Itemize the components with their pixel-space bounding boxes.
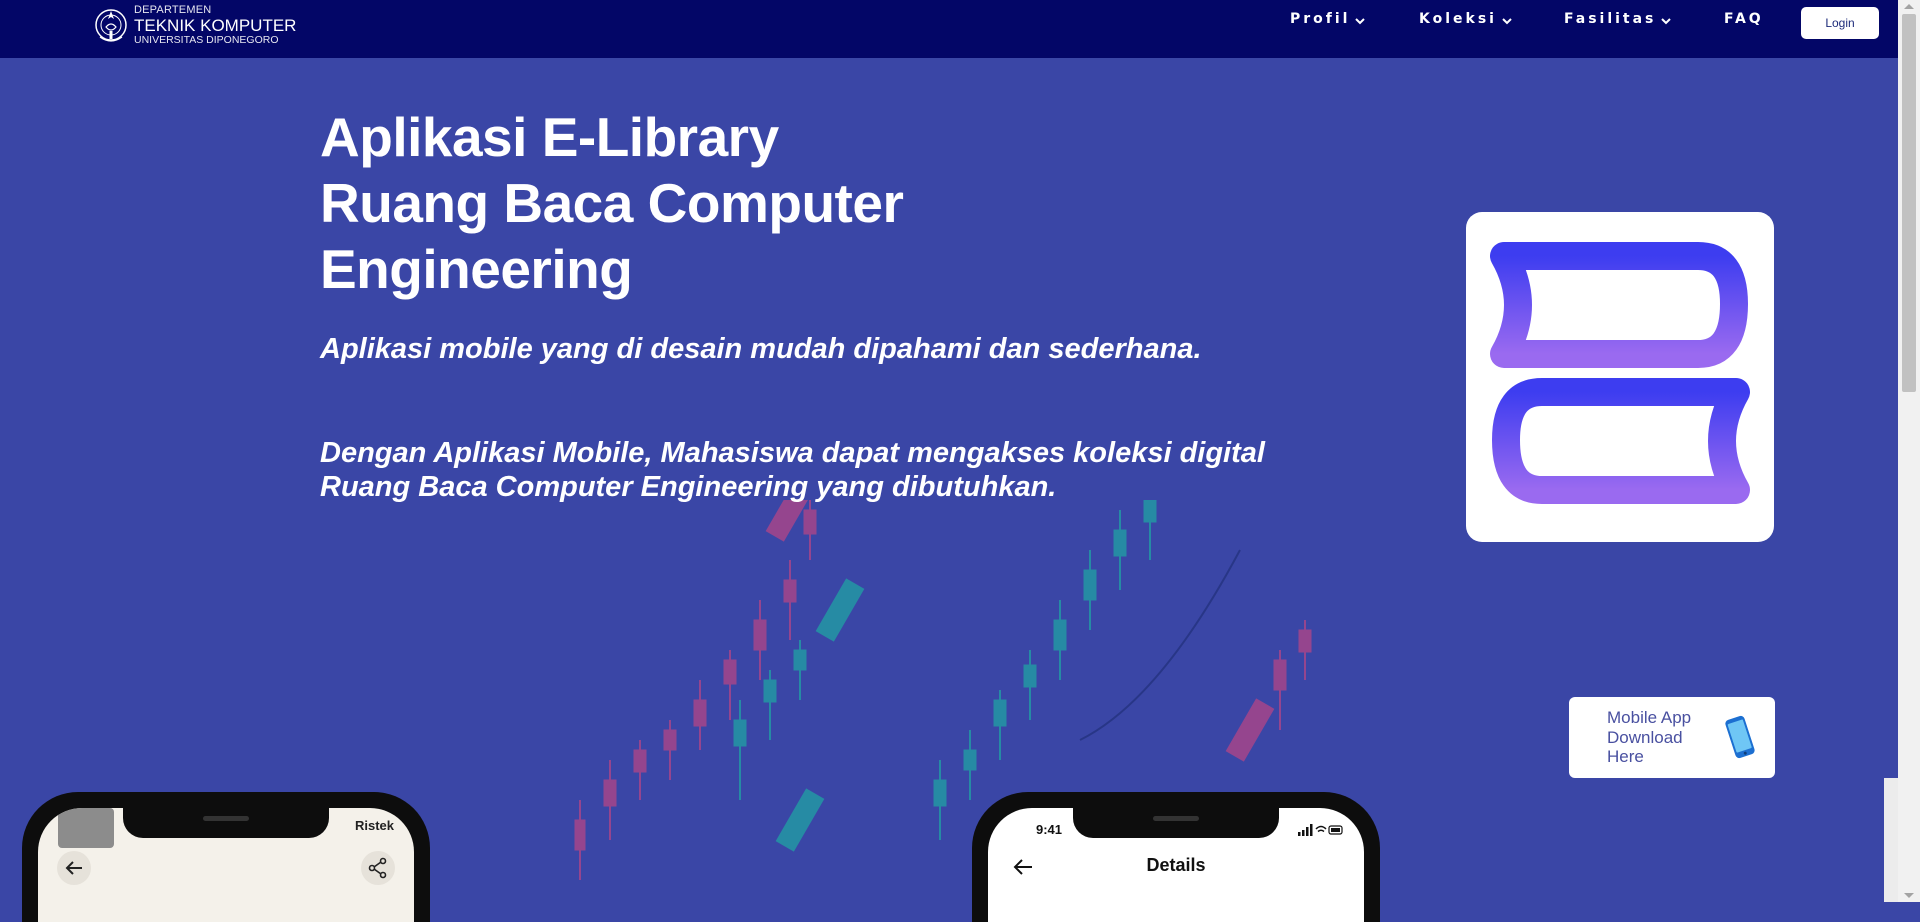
mobile-app-download-button[interactable]: Mobile App Download Here [1569,697,1775,778]
nav-item-profil[interactable]: Profil [1290,11,1366,27]
chevron-down-icon [1661,17,1672,24]
login-button[interactable]: Login [1801,7,1879,39]
nav-item-fasilitas[interactable]: Fasilitas [1564,11,1672,27]
nav-item-label: FAQ [1724,11,1764,27]
phone-mockup-left: Ristek [22,792,430,922]
scroll-up-arrow-icon[interactable] [1904,4,1914,9]
status-label: Ristek [354,818,394,833]
chevron-down-icon [1355,17,1366,24]
phone-notch [123,808,329,838]
share-icon[interactable] [360,850,396,886]
status-bar-icons [1298,824,1343,836]
e-library-logo-icon [1490,242,1750,504]
nav-item-label: Fasilitas [1564,11,1657,27]
back-arrow-icon[interactable] [56,850,92,886]
page-scrollbar[interactable] [1898,0,1920,902]
university-emblem-icon [95,9,127,42]
scroll-down-arrow-icon[interactable] [1904,893,1914,898]
scrollbar-thumb[interactable] [1902,14,1916,392]
phone-mockup-right: 9:41 Details [972,792,1380,922]
chevron-down-icon [1502,17,1512,24]
hero-title-line: Ruang Baca Computer [320,172,904,234]
nav-item-faq[interactable]: FAQ [1724,11,1764,27]
status-time: 9:41 [1036,822,1063,837]
nav-item-label: Profil [1290,11,1351,27]
logo-line-university: UNIVERSITAS DIPONEGORO [134,33,279,46]
hero-title-line: Engineering [320,238,633,300]
department-logo[interactable]: DEPARTEMEN TEKNIK KOMPUTER UNIVERSITAS D… [94,2,296,48]
nav-item-label: Koleksi [1419,11,1497,27]
e-library-app-icon [1466,212,1774,542]
navbar: DEPARTEMEN TEKNIK KOMPUTER UNIVERSITAS D… [0,0,1898,58]
smartphone-icon [1725,715,1755,759]
app-thumbnail [58,808,114,848]
logo-line-program: TEKNIK KOMPUTER [134,15,297,35]
download-label: Mobile App Download Here [1607,708,1692,766]
nav-item-koleksi[interactable]: Koleksi [1419,11,1513,27]
scroll-region [1884,778,1898,902]
logo-line-department: DEPARTEMEN [134,3,212,16]
hero-description-1: Aplikasi mobile yang di desain mudah dip… [320,333,1202,365]
hero-title-line: Aplikasi E-Library [320,106,779,168]
hero-title: Aplikasi E-Library Ruang Baca Computer E… [320,104,904,302]
hero-description-2: Dengan Aplikasi Mobile, Mahasiswa dapat … [320,437,1265,503]
phone-notch [1073,808,1279,838]
screen-title: Details [1146,855,1206,875]
